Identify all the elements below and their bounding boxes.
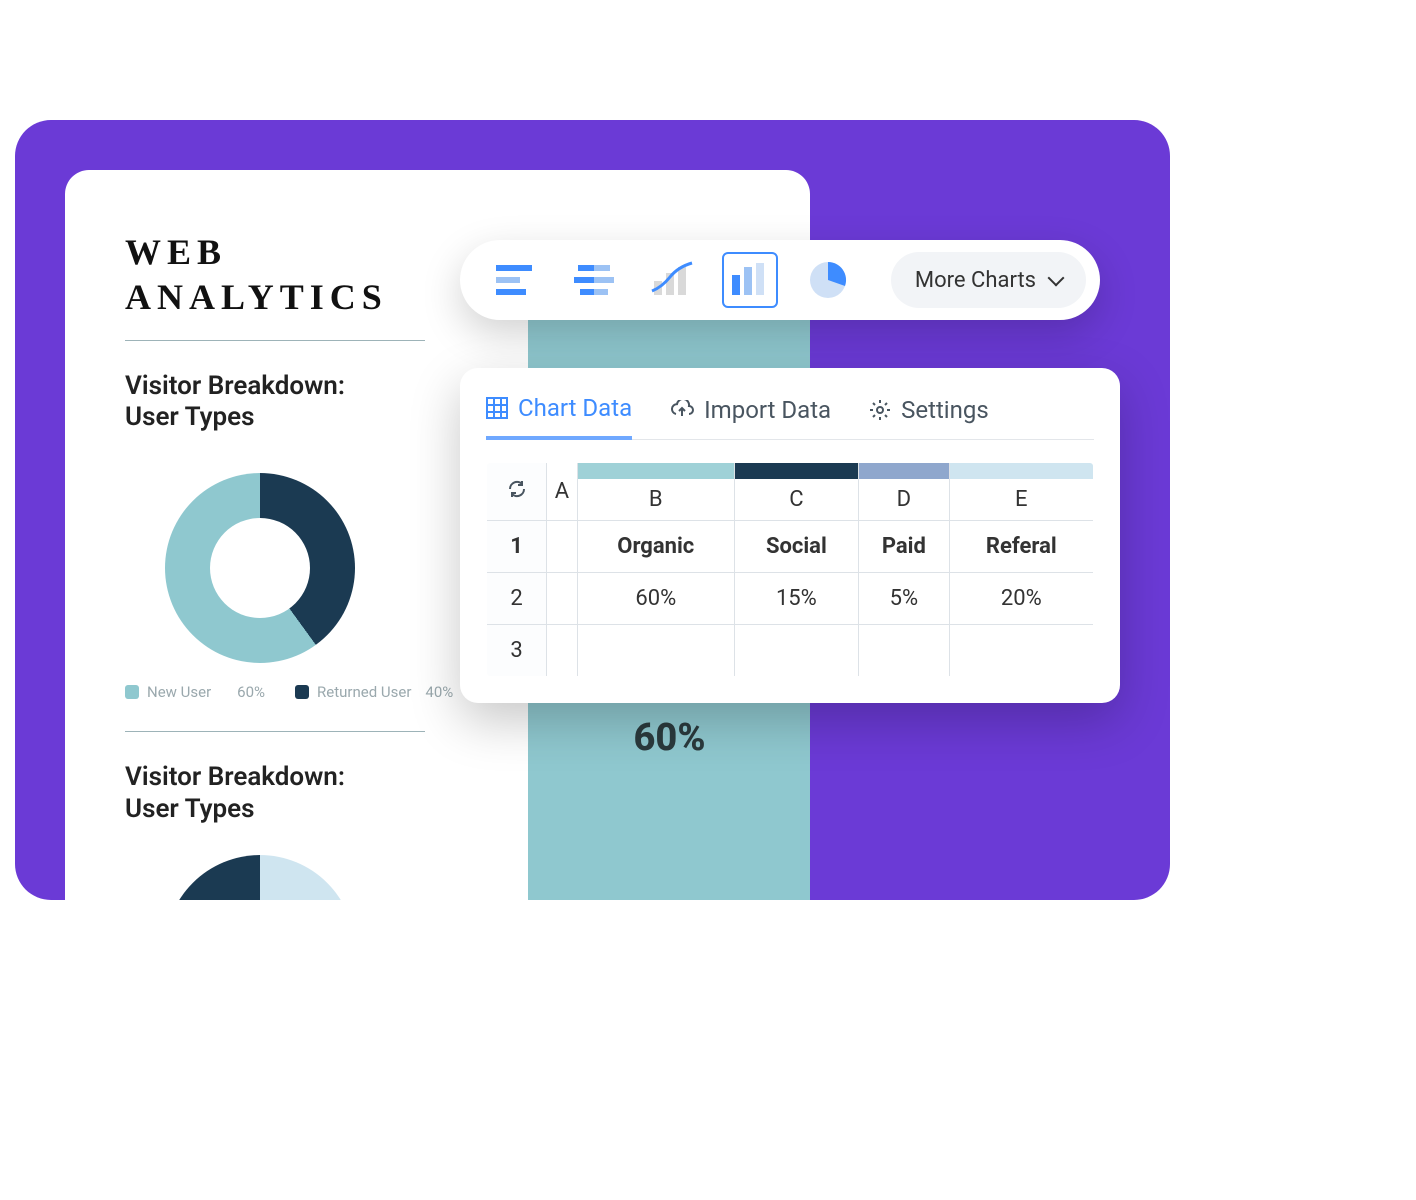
row-1: 1 Organic Social Paid Referal (487, 521, 1094, 573)
chart-editor-panel: Chart Data Import Data Settings (460, 368, 1120, 703)
cell-D2[interactable]: 5% (859, 573, 950, 625)
donut-chart-2 (165, 855, 355, 900)
tab-settings[interactable]: Settings (869, 386, 989, 439)
column-chart-icon[interactable] (722, 252, 778, 308)
gear-icon (869, 399, 891, 421)
cell-E2[interactable]: 20% (949, 573, 1093, 625)
cell-B3[interactable] (577, 625, 734, 677)
cell-D1[interactable]: Paid (859, 521, 950, 573)
data-spreadsheet[interactable]: A B C D E 1 Organic Social Paid Referal (486, 462, 1094, 677)
col-A[interactable]: A (547, 463, 578, 521)
refresh-cell[interactable] (487, 463, 547, 521)
title-divider (125, 340, 425, 341)
line-chart-icon[interactable] (644, 252, 700, 308)
cell-C3[interactable] (734, 625, 858, 677)
stacked-bar-chart-icon[interactable] (566, 252, 622, 308)
series-color-E (950, 463, 1093, 479)
swatch-new-user (125, 685, 139, 699)
tab-chart-data[interactable]: Chart Data (486, 386, 632, 440)
cell-A1[interactable] (547, 521, 578, 573)
row-1-header[interactable]: 1 (487, 521, 547, 573)
cell-B2[interactable]: 60% (577, 573, 734, 625)
col-C[interactable]: C (734, 463, 858, 521)
tab-settings-label: Settings (901, 396, 989, 424)
pie-chart-icon[interactable] (800, 252, 856, 308)
row-2-header[interactable]: 2 (487, 573, 547, 625)
col-B[interactable]: B (577, 463, 734, 521)
row-2: 2 60% 15% 5% 20% (487, 573, 1094, 625)
cell-C2[interactable]: 15% (734, 573, 858, 625)
legend-new-user-label: New User (147, 683, 211, 701)
cell-E1[interactable]: Referal (949, 521, 1093, 573)
cell-C1[interactable]: Social (734, 521, 858, 573)
cell-E3[interactable] (949, 625, 1093, 677)
legend-returned-user-label: Returned User (317, 683, 411, 701)
series-color-B (578, 463, 734, 479)
legend-new-user-value: 60% (237, 683, 265, 701)
doc-title-line1: WEB (125, 232, 227, 272)
section-divider (125, 731, 425, 732)
legend-new-user: New User 60% (125, 683, 265, 701)
col-E[interactable]: E (949, 463, 1093, 521)
legend-returned-user: Returned User 40% (295, 683, 453, 701)
section1-title-line2: User Types (125, 402, 255, 432)
section1-title-line1: Visitor Breakdown: (125, 371, 345, 401)
cell-B1[interactable]: Organic (577, 521, 734, 573)
bounce-rate-value: 60% (528, 716, 810, 760)
row-3-header[interactable]: 3 (487, 625, 547, 677)
col-D[interactable]: D (859, 463, 950, 521)
tab-chart-data-label: Chart Data (518, 394, 632, 422)
tab-import-data[interactable]: Import Data (670, 386, 831, 439)
refresh-icon (507, 479, 527, 499)
more-charts-label: More Charts (915, 268, 1036, 293)
swatch-returned-user (295, 685, 309, 699)
horizontal-bar-chart-icon[interactable] (488, 252, 544, 308)
cloud-upload-icon (670, 400, 694, 420)
row-3: 3 (487, 625, 1094, 677)
section2-title-line1: Visitor Breakdown: (125, 762, 345, 792)
cell-A3[interactable] (547, 625, 578, 677)
series-color-C (735, 463, 858, 479)
series-color-D (859, 463, 949, 479)
more-charts-dropdown[interactable]: More Charts (891, 252, 1086, 308)
cell-D3[interactable] (859, 625, 950, 677)
chart-type-toolbar: More Charts (460, 240, 1100, 320)
legend-returned-user-value: 40% (425, 683, 453, 701)
cell-A2[interactable] (547, 573, 578, 625)
grid-icon (486, 397, 508, 419)
donut-chart-1 (165, 473, 355, 663)
chevron-down-icon (1048, 270, 1065, 287)
doc-title-line2: ANALYTICS (125, 277, 388, 317)
section2-title-line2: User Types (125, 794, 255, 824)
editor-tabs: Chart Data Import Data Settings (486, 386, 1094, 440)
canvas-backdrop: Website Visits Bounce Rate 60% WEB ANALY… (15, 120, 1170, 900)
tab-import-data-label: Import Data (704, 396, 831, 424)
